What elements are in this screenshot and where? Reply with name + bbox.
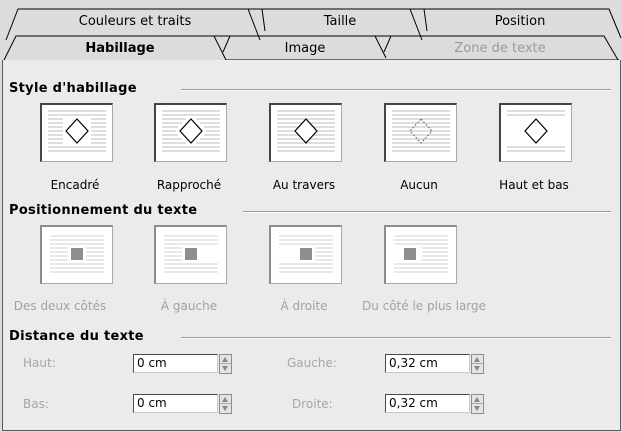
right-distance-label: Droite: <box>292 397 333 411</box>
text-largest-side-icon <box>394 235 448 273</box>
arrow-up-icon[interactable] <box>474 397 480 402</box>
wrap-style-title: Style d'habillage <box>9 81 137 96</box>
section-divider <box>181 337 611 339</box>
text-left-icon <box>164 235 218 273</box>
text-both-sides-icon <box>50 235 104 273</box>
arrow-down-icon[interactable] <box>222 366 228 371</box>
wrap-square-label: Encadré <box>50 178 100 192</box>
text-both-sides-label: Des deux côtés <box>13 299 107 313</box>
text-largest-side-option <box>384 225 457 284</box>
habillage-panel: Style d'habillage Encadré Rapproché Au t… <box>2 60 621 431</box>
tab-image[interactable]: Image <box>235 41 375 56</box>
text-right-option <box>269 225 342 284</box>
tab-taille[interactable]: Taille <box>270 14 410 29</box>
wrap-through-label: Au travers <box>272 178 336 192</box>
wrap-square-icon <box>48 110 106 152</box>
left-distance-stepper[interactable] <box>471 354 484 374</box>
left-distance-input[interactable]: 0,32 cm <box>385 354 470 373</box>
section-divider <box>181 89 611 91</box>
arrow-down-icon[interactable] <box>474 406 480 411</box>
wrap-tight-icon <box>162 110 220 152</box>
text-right-icon <box>279 235 333 273</box>
tab-zone-de-texte: Zone de texte <box>454 41 546 56</box>
right-distance-stepper[interactable] <box>471 394 484 414</box>
arrow-down-icon[interactable] <box>222 406 228 411</box>
wrap-top-bottom-label: Haut et bas <box>499 178 569 192</box>
wrap-top-bottom-option[interactable] <box>499 103 572 162</box>
tab-position[interactable]: Position <box>435 14 605 29</box>
right-distance-input[interactable]: 0,32 cm <box>385 394 470 413</box>
text-both-sides-option <box>40 225 113 284</box>
wrap-through-icon <box>277 110 335 152</box>
arrow-up-icon[interactable] <box>222 357 228 362</box>
wrap-tight-label: Rapproché <box>156 178 222 192</box>
text-position-title: Positionnement du texte <box>9 203 198 218</box>
left-distance-label: Gauche: <box>287 356 337 370</box>
top-distance-input[interactable]: 0 cm <box>133 354 218 373</box>
section-divider <box>243 211 611 213</box>
text-right-label: À droite <box>280 299 328 313</box>
top-distance-label: Haut: <box>23 356 56 370</box>
wrap-tight-option[interactable] <box>154 103 227 162</box>
wrap-none-option[interactable] <box>384 103 457 162</box>
wrap-none-icon <box>392 110 450 152</box>
text-left-label: À gauche <box>160 299 218 313</box>
text-distance-title: Distance du texte <box>9 329 144 344</box>
text-largest-side-label: Du côté le plus large <box>361 299 487 313</box>
tab-couleurs-et-traits[interactable]: Couleurs et traits <box>30 14 240 29</box>
text-left-option <box>154 225 227 284</box>
arrow-up-icon[interactable] <box>222 397 228 402</box>
wrap-none-label: Aucun <box>400 178 438 192</box>
wrap-through-option[interactable] <box>269 103 342 162</box>
wrap-square-option[interactable] <box>40 103 113 162</box>
wrap-top-bottom-icon <box>507 110 565 152</box>
tab-habillage[interactable]: Habillage <box>20 41 220 56</box>
arrow-down-icon[interactable] <box>474 366 480 371</box>
top-distance-stepper[interactable] <box>219 354 232 374</box>
arrow-up-icon[interactable] <box>474 357 480 362</box>
bottom-distance-input[interactable]: 0 cm <box>133 394 218 413</box>
bottom-distance-label: Bas: <box>23 397 49 411</box>
bottom-distance-stepper[interactable] <box>219 394 232 414</box>
